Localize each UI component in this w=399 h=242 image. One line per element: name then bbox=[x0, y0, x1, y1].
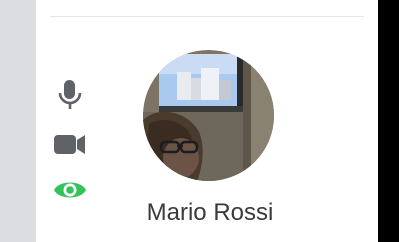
eye-icon[interactable] bbox=[52, 172, 88, 208]
participant-avatar bbox=[143, 50, 274, 181]
right-edge-strip bbox=[378, 0, 399, 242]
left-gutter bbox=[0, 0, 36, 242]
participant-name: Mario Rossi bbox=[146, 199, 274, 226]
microphone-icon[interactable] bbox=[52, 77, 88, 113]
participant-tile-screen: Mario Rossi bbox=[0, 0, 399, 242]
video-camera-icon[interactable] bbox=[52, 127, 88, 163]
top-divider bbox=[50, 16, 364, 17]
